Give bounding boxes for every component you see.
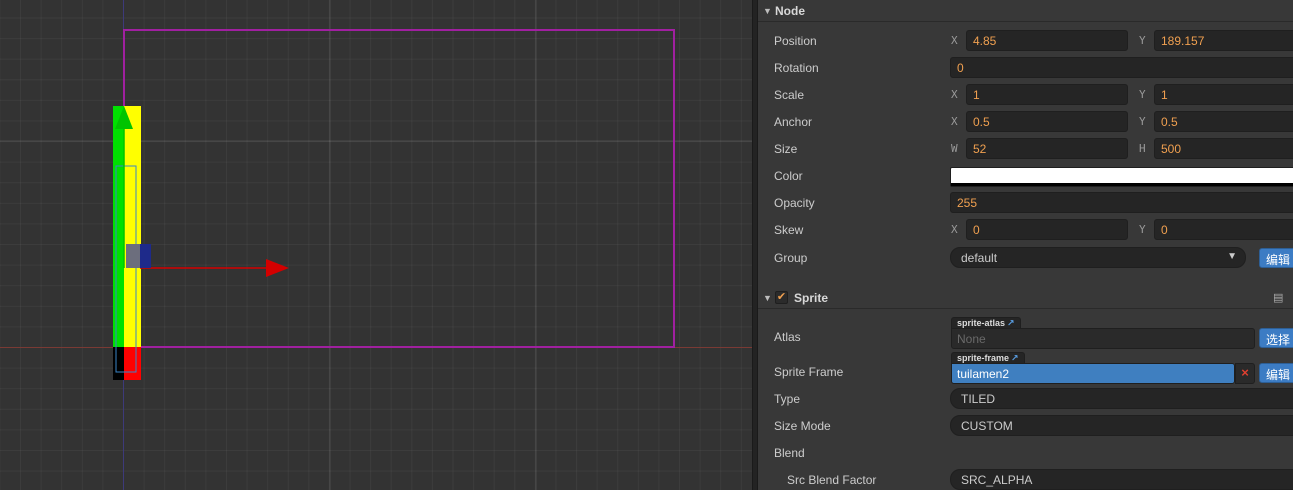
book-icon[interactable]: ▤ bbox=[1273, 291, 1283, 304]
x-arrow-head bbox=[266, 259, 289, 277]
skew-label: Skew bbox=[774, 223, 804, 237]
anchor-y-axis-label: Y bbox=[1139, 115, 1146, 128]
size-width-input[interactable]: 52 bbox=[966, 138, 1128, 159]
skew-y-input[interactable]: 0 bbox=[1154, 219, 1293, 240]
size-height-input[interactable]: 500 bbox=[1154, 138, 1293, 159]
sprite-section-header[interactable]: ▼ ✔ Sprite ▤ bbox=[758, 287, 1293, 309]
size-label: Size bbox=[774, 142, 798, 156]
color-swatch[interactable] bbox=[950, 167, 1293, 187]
node-section-title: Node bbox=[775, 3, 805, 18]
group-select[interactable]: default ▼ bbox=[950, 247, 1246, 268]
sprite-frame-edit-button[interactable]: 编辑 bbox=[1259, 363, 1293, 383]
blend-row: Blend bbox=[758, 440, 1293, 467]
inspector-panel: ▼ Node Position X 4.85 Y 189.157 Rotatio… bbox=[758, 0, 1293, 490]
rotation-row: Rotation 0 bbox=[758, 55, 1293, 82]
canvas-bounds bbox=[123, 29, 675, 348]
anchor-label: Anchor bbox=[774, 115, 813, 129]
opacity-input[interactable]: 255 bbox=[950, 192, 1293, 213]
sprite-frame-field[interactable]: tuilamen2 bbox=[951, 363, 1235, 384]
skew-x-input[interactable]: 0 bbox=[966, 219, 1128, 240]
sprite-frame-type-tag-text: sprite-frame bbox=[957, 353, 1010, 363]
position-y-axis-label: Y bbox=[1139, 34, 1146, 47]
dropdown-caret-icon: ▼ bbox=[1227, 251, 1237, 262]
atlas-type-tag-text: sprite-atlas bbox=[957, 318, 1006, 328]
size-row: Size W 52 H 500 bbox=[758, 136, 1293, 163]
blend-label: Blend bbox=[774, 446, 805, 460]
anchor-x-input[interactable]: 0.5 bbox=[966, 111, 1128, 132]
group-row: Group default ▼ 编辑 bbox=[758, 245, 1293, 272]
scale-x-axis-label: X bbox=[951, 88, 958, 101]
scene-view[interactable] bbox=[0, 0, 752, 490]
skew-row: Skew X 0 Y 0 bbox=[758, 217, 1293, 244]
scale-x-input[interactable]: 1 bbox=[966, 84, 1128, 105]
position-y-input[interactable]: 189.157 bbox=[1154, 30, 1293, 51]
scale-label: Scale bbox=[774, 88, 805, 102]
anchor-row: Anchor X 0.5 Y 0.5 bbox=[758, 109, 1293, 136]
atlas-select-button[interactable]: 选择 bbox=[1259, 328, 1293, 348]
position-row: Position X 4.85 Y 189.157 bbox=[758, 28, 1293, 55]
node-section-header[interactable]: ▼ Node bbox=[758, 0, 1293, 22]
scale-y-axis-label: Y bbox=[1139, 88, 1146, 101]
close-icon[interactable]: × bbox=[1235, 363, 1255, 384]
opacity-label: Opacity bbox=[774, 196, 815, 210]
position-label: Position bbox=[774, 34, 817, 48]
position-x-input[interactable]: 4.85 bbox=[966, 30, 1128, 51]
move-gizmo bbox=[115, 106, 289, 277]
color-row: Color bbox=[758, 163, 1293, 190]
triangle-down-icon[interactable]: ▼ bbox=[763, 293, 775, 303]
sprite-frame-label: Sprite Frame bbox=[774, 365, 844, 379]
selected-sprite-node bbox=[113, 106, 141, 380]
size-h-axis-label: H bbox=[1139, 142, 1146, 155]
type-row: Type TILED bbox=[758, 386, 1293, 413]
group-select-value: default bbox=[961, 251, 998, 265]
skew-y-axis-label: Y bbox=[1139, 223, 1146, 236]
scale-row: Scale X 1 Y 1 bbox=[758, 82, 1293, 109]
opacity-row: Opacity 255 bbox=[758, 190, 1293, 217]
rotation-label: Rotation bbox=[774, 61, 819, 75]
color-alpha-bar bbox=[951, 183, 1293, 186]
atlas-label: Atlas bbox=[774, 330, 801, 344]
src-blend-factor-row: Src Blend Factor SRC_ALPHA bbox=[758, 467, 1293, 490]
external-link-icon[interactable]: ↗ bbox=[1011, 353, 1019, 363]
sprite-frame-row: Sprite Frame sprite-frame ↗ tuilamen2 × 编… bbox=[758, 351, 1293, 385]
atlas-row: Atlas sprite-atlas ↗ None 选择 bbox=[758, 316, 1293, 350]
major-grid bbox=[0, 0, 752, 490]
type-label: Type bbox=[774, 392, 801, 406]
size-mode-select[interactable]: CUSTOM bbox=[950, 415, 1293, 436]
external-link-icon[interactable]: ↗ bbox=[1007, 318, 1015, 328]
atlas-field[interactable]: None bbox=[951, 328, 1255, 349]
sprite-section-title: Sprite bbox=[794, 290, 829, 305]
triangle-down-icon[interactable]: ▼ bbox=[763, 6, 775, 16]
anchor-x-axis-label: X bbox=[951, 115, 958, 128]
group-label: Group bbox=[774, 251, 808, 265]
group-edit-button[interactable]: 编辑 bbox=[1259, 248, 1293, 268]
scene-canvas[interactable] bbox=[0, 0, 752, 490]
size-mode-label: Size Mode bbox=[774, 419, 831, 433]
anchor-y-input[interactable]: 0.5 bbox=[1154, 111, 1293, 132]
size-mode-row: Size Mode CUSTOM bbox=[758, 413, 1293, 440]
type-select[interactable]: TILED bbox=[950, 388, 1293, 409]
color-label: Color bbox=[774, 169, 803, 183]
size-w-axis-label: W bbox=[951, 142, 958, 155]
skew-x-axis-label: X bbox=[951, 223, 958, 236]
src-blend-factor-select[interactable]: SRC_ALPHA bbox=[950, 469, 1293, 490]
sprite-enabled-checkbox[interactable]: ✔ bbox=[775, 291, 788, 304]
scale-y-input[interactable]: 1 bbox=[1154, 84, 1293, 105]
src-blend-factor-label: Src Blend Factor bbox=[787, 473, 877, 487]
rotation-input[interactable]: 0 bbox=[950, 57, 1293, 78]
position-x-axis-label: X bbox=[951, 34, 958, 47]
